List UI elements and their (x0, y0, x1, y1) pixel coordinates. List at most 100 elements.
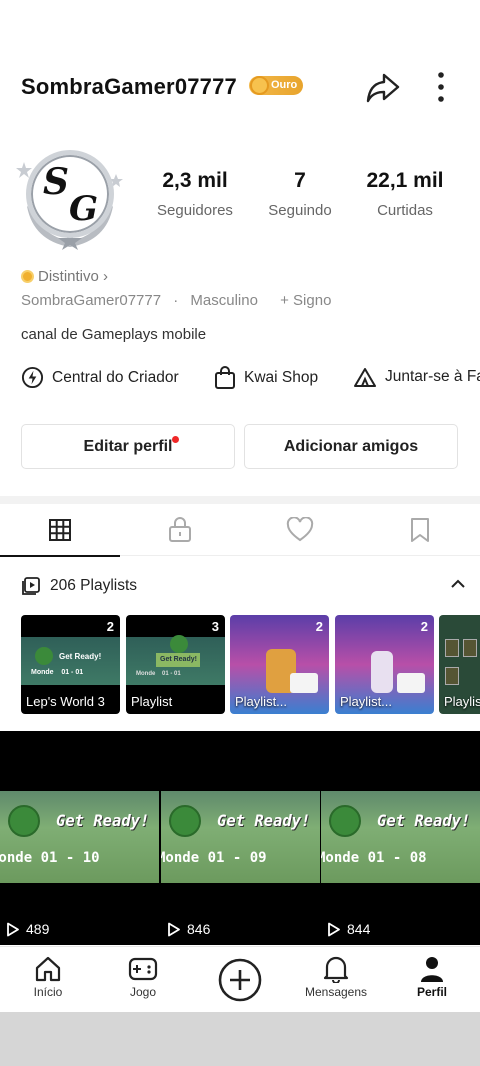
tab-private[interactable] (120, 504, 240, 556)
likes-label: Curtidas (377, 202, 433, 219)
stat-likes[interactable]: 22,1 mil Curtidas (355, 168, 455, 219)
more-options-button[interactable] (428, 68, 454, 106)
playlist-card[interactable]: Get Ready! Monde 01 - 01 3 Playlist (126, 615, 225, 714)
add-friends-button[interactable]: Adicionar amigos (244, 424, 458, 469)
nav-home-label: Início (33, 985, 63, 999)
medal-icon (250, 76, 269, 95)
badge-icon (21, 270, 34, 283)
home-icon (35, 956, 61, 982)
gamepad-icon (128, 957, 158, 981)
video-screen-title: Get Ready! (377, 812, 471, 830)
followers-label: Seguidores (157, 202, 233, 219)
kwai-shop-link[interactable]: Kwai Shop (214, 366, 318, 390)
video-level-text: Monde 01 - 10 (0, 850, 100, 866)
playlist-title: Lep's World 3 (26, 694, 105, 709)
grid-icon (49, 519, 71, 541)
section-divider (0, 496, 480, 504)
tent-icon (354, 368, 376, 387)
heart-icon (286, 517, 314, 542)
avatar-letter-s: S (43, 161, 69, 203)
playlist-video-count: 2 (420, 619, 428, 634)
following-label: Seguindo (268, 202, 332, 219)
distintivo-label: Distintivo › (38, 268, 109, 285)
join-family-link[interactable]: Juntar-se à Fa (353, 366, 480, 388)
video-grid: Get Ready! Monde 01 - 10 489 Get Ready! … (0, 731, 480, 945)
meta-separator: · (173, 292, 179, 309)
playlist-card[interactable]: 2 Playlist... (230, 615, 329, 714)
person-icon (421, 957, 443, 982)
creator-center-link[interactable]: Central do Criador (21, 366, 179, 389)
video-screen-title: Get Ready! (56, 812, 150, 830)
share-button[interactable] (364, 68, 402, 106)
nav-game-label: Jogo (129, 985, 157, 999)
profile-meta: SombraGamer07777 · Masculino + Signo (21, 292, 339, 309)
playlist-icon (22, 577, 40, 595)
plus-circle-icon (218, 958, 262, 1002)
following-count: 7 (294, 169, 306, 192)
add-friends-label: Adicionar amigos (283, 437, 419, 455)
content-tabs (0, 504, 480, 557)
profile-links: Central do Criador Kwai Shop Juntar-se à… (21, 366, 480, 396)
character-icon (169, 805, 201, 837)
nav-profile[interactable]: Perfil (402, 953, 462, 999)
view-count: 489 (6, 921, 49, 937)
edit-profile-label: Editar perfil (83, 437, 173, 455)
thumb-text: Get Ready! (59, 652, 102, 661)
lock-icon (169, 517, 191, 542)
view-count-value: 844 (347, 921, 371, 937)
join-family-label: Juntar-se à Fa (385, 368, 480, 385)
playlist-card[interactable]: 2 Playlist... (335, 615, 434, 714)
meta-name: SombraGamer07777 (21, 292, 162, 309)
playlist-card[interactable]: Playlis (439, 615, 480, 714)
speech-bubble (290, 673, 318, 693)
video-thumbnail[interactable]: Get Ready! Monde 01 - 08 844 (321, 731, 480, 945)
ouro-badge[interactable]: Ouro (249, 76, 304, 95)
profile-page: SombraGamer07777 Ouro S G 2,3 mil Seguid… (0, 0, 480, 1066)
playlist-video-count: 3 (211, 619, 219, 634)
playlists-header[interactable]: 206 Playlists (21, 574, 466, 598)
playlist-title: Playlis (444, 694, 480, 709)
followers-count: 2,3 mil (162, 169, 228, 192)
username: SombraGamer07777 (21, 74, 237, 99)
ouro-label: Ouro (271, 79, 298, 91)
stat-following[interactable]: 7 Seguindo (255, 168, 345, 219)
playlist-card[interactable]: Get Ready! Monde 01 - 01 2 Lep's World 3 (21, 615, 120, 714)
tab-saved[interactable] (360, 504, 480, 556)
character-icon (170, 635, 188, 653)
nav-create[interactable] (210, 955, 270, 1005)
character-icon (329, 805, 361, 837)
distintivo-link[interactable]: Distintivo › (21, 268, 108, 285)
playlist-title: Playlist... (340, 694, 393, 709)
video-thumbnail[interactable]: Get Ready! Monde 01 - 10 489 (0, 731, 159, 945)
view-count-value: 489 (26, 921, 50, 937)
likes-count: 22,1 mil (366, 169, 444, 192)
more-vertical-icon (438, 72, 444, 102)
avatar[interactable]: S G (16, 146, 124, 250)
avatar-letter-g: G (69, 189, 99, 229)
nav-home[interactable]: Início (18, 953, 78, 999)
notification-dot (172, 436, 179, 443)
play-icon (328, 922, 340, 936)
bookmark-icon (411, 518, 429, 542)
thumb-subtext: Monde 01 - 01 (136, 671, 181, 677)
stat-followers[interactable]: 2,3 mil Seguidores (140, 168, 250, 219)
play-icon (7, 922, 19, 936)
video-level-text: Monde 01 - 09 (161, 850, 267, 866)
add-sign-button[interactable]: + Signo (280, 292, 331, 309)
nav-messages[interactable]: Mensagens (300, 953, 372, 999)
avatar-image: S G (26, 150, 114, 238)
bell-icon (323, 956, 349, 983)
playlist-title: Playlist (131, 694, 173, 709)
playlist-title: Playlist... (235, 694, 288, 709)
character-icon (371, 651, 393, 693)
view-count-value: 846 (187, 921, 211, 937)
video-thumbnail[interactable]: Get Ready! Monde 01 - 09 846 (161, 731, 320, 945)
tab-liked[interactable] (240, 504, 360, 556)
tab-videos[interactable] (0, 504, 120, 557)
nav-game[interactable]: Jogo (113, 953, 173, 999)
view-count: 844 (327, 921, 370, 937)
video-screen-title: Get Ready! (217, 812, 311, 830)
system-navigation-bar (0, 1012, 480, 1066)
edit-profile-button[interactable]: Editar perfil (21, 424, 235, 469)
lightning-icon (21, 366, 44, 389)
